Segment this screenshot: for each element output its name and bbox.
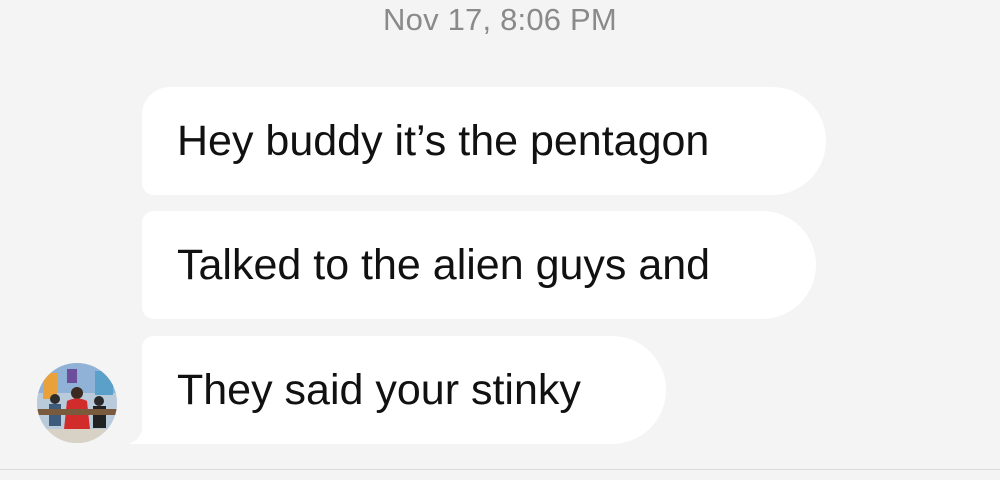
- message-bubble[interactable]: Hey buddy it’s the pentagon: [142, 87, 826, 195]
- message-bubble[interactable]: They said your stinky: [142, 336, 666, 444]
- bubble-tail: [128, 424, 158, 444]
- divider: [0, 469, 1000, 470]
- contact-avatar-photo-icon: [37, 363, 117, 443]
- sender-avatar[interactable]: [37, 363, 117, 443]
- message-bubble[interactable]: Talked to the alien guys and: [142, 211, 816, 319]
- message-thread: Nov 17, 8:06 PM Hey buddy it’s the penta…: [0, 0, 1000, 480]
- message-text: Talked to the alien guys and: [177, 241, 711, 289]
- message-text: They said your stinky: [177, 366, 581, 414]
- message-text: Hey buddy it’s the pentagon: [177, 117, 710, 165]
- message-timestamp: Nov 17, 8:06 PM: [383, 2, 617, 37]
